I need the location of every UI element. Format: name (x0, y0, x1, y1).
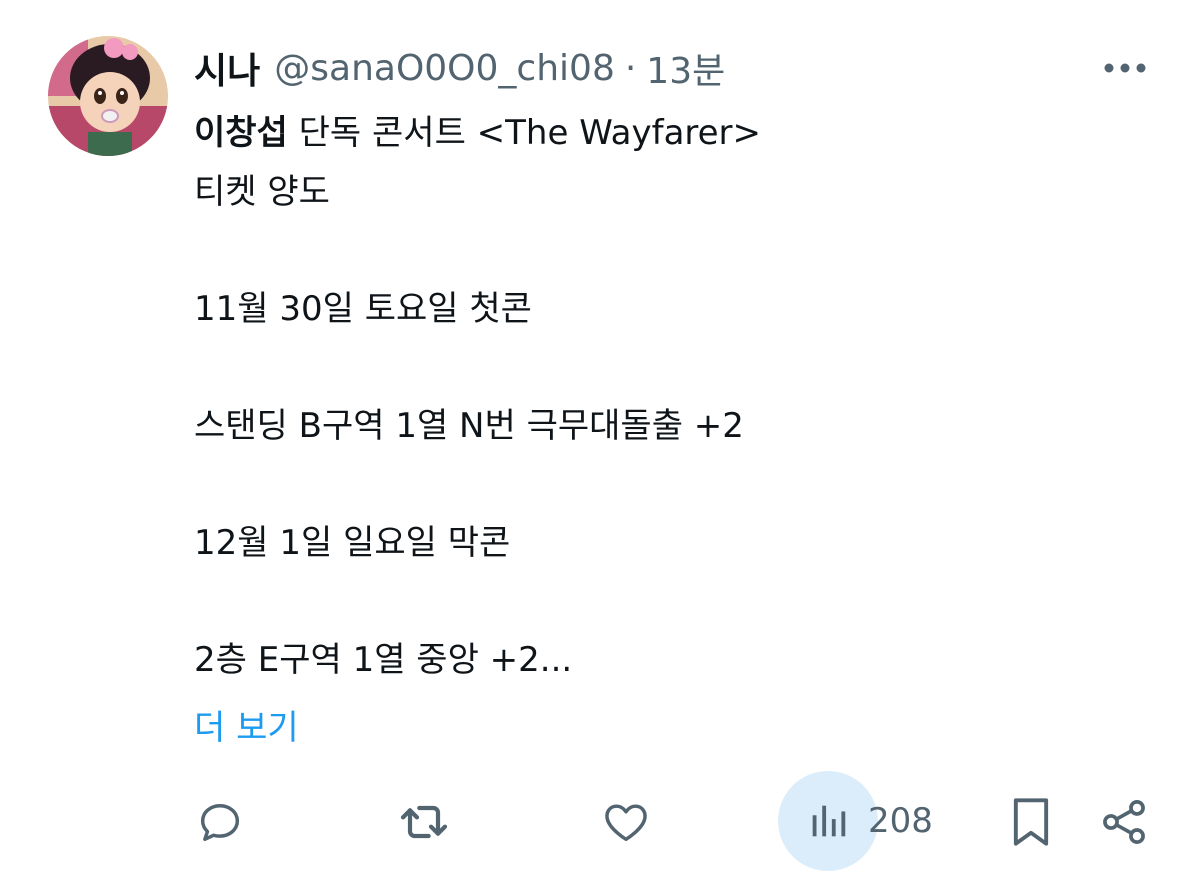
views-count: 208 (868, 801, 933, 841)
reply-button[interactable] (194, 790, 246, 854)
post-line: 스탠딩 B구역 1열 N번 극무대돌출 +2 (194, 405, 744, 446)
artist-name: 이창섭 (194, 113, 288, 153)
like-button[interactable] (600, 790, 652, 854)
user-handle[interactable]: @sanaO0O0_chi08 (274, 48, 615, 89)
share-button[interactable] (1098, 790, 1150, 854)
post-line: 12월 1일 일요일 막콘 (194, 522, 511, 563)
post-line: 11월 30일 토요일 첫콘 (194, 288, 532, 329)
more-button[interactable] (1098, 48, 1152, 88)
avatar-image (48, 36, 168, 156)
retweet-icon (400, 805, 448, 839)
show-more-link[interactable]: 더 보기 (194, 700, 299, 756)
post-line: 티켓 양도 (194, 171, 330, 212)
like-icon (605, 804, 647, 842)
post-time[interactable]: 13분 (646, 42, 725, 94)
views-icon (812, 805, 846, 837)
bookmark-button[interactable] (1008, 790, 1054, 854)
display-name[interactable]: 시나 (194, 42, 260, 94)
concert-title: 단독 콘서트 <The Wayfarer> (287, 113, 762, 153)
post-line: 이창섭 단독 콘서트 <The Wayfarer> (194, 104, 1154, 163)
separator-dot: · (624, 47, 637, 89)
post-line: 2층 E구역 1열 중앙 +2... (194, 639, 573, 680)
views-highlight (778, 771, 878, 871)
avatar[interactable] (48, 36, 168, 156)
post-body: 이창섭 단독 콘서트 <The Wayfarer> 티켓 양도 11월 30일 … (194, 104, 1154, 689)
share-icon (1103, 800, 1145, 844)
tweet: 시나 @sanaO0O0_chi08 · 13분 이창섭 단독 콘서트 <The… (0, 0, 1200, 887)
more-icon (1104, 63, 1146, 73)
retweet-button[interactable] (396, 790, 452, 854)
reply-icon (200, 804, 240, 842)
views-button[interactable]: 208 (778, 768, 933, 874)
bookmark-icon (1013, 798, 1049, 846)
tweet-header: 시나 @sanaO0O0_chi08 · 13분 (194, 40, 725, 96)
